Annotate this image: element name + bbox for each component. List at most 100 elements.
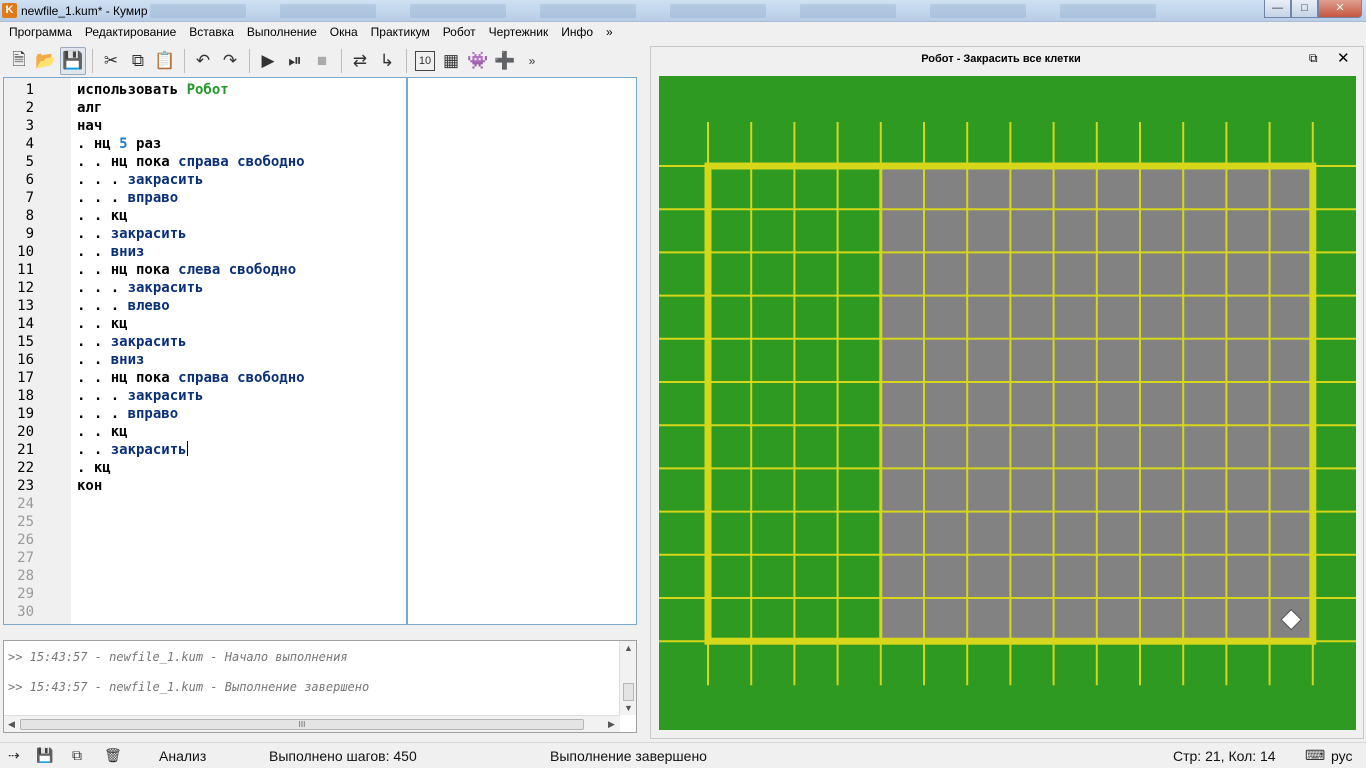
restore-window-icon[interactable]: ⧉ (1309, 51, 1318, 66)
toolbar-separator (92, 49, 93, 73)
menu-item[interactable]: » (601, 25, 621, 39)
cut-icon[interactable]: ✂ (98, 47, 124, 75)
code-line[interactable]: . . закрасить (77, 441, 188, 459)
painted-cell (1010, 468, 1054, 512)
menu-item[interactable]: Чертежник (484, 25, 557, 39)
trash-icon[interactable]: 🗑 (104, 747, 122, 764)
save-status-icon[interactable]: 💾 (36, 747, 53, 764)
paste-icon[interactable]: 📋 (152, 47, 178, 75)
code-line[interactable]: . . . влево (77, 297, 170, 315)
line-number: 25 (17, 514, 34, 530)
language-indicator[interactable]: рус (1331, 748, 1352, 764)
minimize-button[interactable]: — (1264, 0, 1291, 18)
painted-cell (1269, 252, 1313, 296)
painted-cell (1096, 382, 1140, 426)
painted-cell (1053, 209, 1097, 253)
console-vertical-scrollbar[interactable]: ▲ ▼ (619, 641, 636, 715)
code-line[interactable]: . . закрасить (77, 225, 187, 243)
menu-item[interactable]: Редактирование (80, 25, 184, 39)
counter-icon[interactable]: 10 (415, 51, 435, 71)
painted-cell (1140, 382, 1184, 426)
grid-icon[interactable]: ▦ (438, 47, 464, 75)
step-into-icon[interactable]: ↳ (374, 47, 400, 75)
code-line[interactable]: . . вниз (77, 351, 144, 369)
menu-item[interactable]: Вставка (184, 25, 242, 39)
painted-cell (967, 554, 1011, 598)
maximize-button[interactable]: □ (1291, 0, 1318, 18)
painted-cell (967, 511, 1011, 555)
horizontal-scroll-thumb[interactable]: III (20, 719, 584, 730)
code-token: справа свободно (178, 154, 305, 170)
painted-cell (1269, 554, 1313, 598)
painted-cell (1183, 425, 1227, 469)
run-icon[interactable]: ▶ (255, 47, 281, 75)
code-token: вниз (110, 352, 145, 368)
new-file-icon[interactable]: 🗎 (6, 47, 32, 75)
toolbar-overflow-button[interactable]: » (519, 47, 545, 75)
vertical-scroll-thumb[interactable] (623, 683, 634, 701)
console-horizontal-scrollbar[interactable]: ◀ III ▶ (4, 715, 620, 732)
exit-icon[interactable]: ⇢ (8, 747, 20, 764)
close-robot-window-icon[interactable]: ✕ (1337, 49, 1350, 67)
code-line[interactable]: . . кц (77, 315, 128, 333)
taskbar-ghost-tab (410, 4, 506, 18)
code-editor[interactable]: 1 2 3 4 5 6 7 8 9 10 11 12 13 14 15 16 17 18 19 20 21 22 23 24 2… (3, 77, 637, 625)
copy-status-icon[interactable]: ⧉ (72, 747, 82, 764)
menu-item[interactable]: Практикум (366, 25, 438, 39)
scroll-down-arrow-icon[interactable]: ▼ (624, 703, 633, 713)
painted-cell (967, 252, 1011, 296)
scroll-left-arrow-icon[interactable]: ◀ (8, 719, 15, 730)
code-line[interactable]: . . нц пока справа свободно (77, 153, 305, 171)
menu-item[interactable]: Программа (4, 25, 80, 39)
run-steps-icon[interactable]: ⏯ (282, 47, 308, 75)
code-line[interactable]: . . . закрасить (77, 387, 203, 405)
redo-icon[interactable]: ↷ (217, 47, 243, 75)
code-line[interactable]: . . . закрасить (77, 171, 203, 189)
painted-cell (924, 425, 968, 469)
painted-cell (1183, 209, 1227, 253)
stop-icon[interactable]: ■ (309, 47, 335, 75)
robot-field[interactable] (659, 76, 1356, 730)
robot-game-icon[interactable]: 👾 (465, 47, 491, 75)
open-file-icon[interactable]: 📂 (33, 47, 59, 75)
copy-icon[interactable]: ⧉ (125, 47, 151, 75)
code-line[interactable]: . . нц пока слева свободно (77, 261, 296, 279)
scroll-right-arrow-icon[interactable]: ▶ (608, 719, 615, 730)
code-line[interactable]: нач (77, 117, 102, 135)
code-line[interactable]: . . . закрасить (77, 279, 203, 297)
code-line[interactable]: кон (77, 477, 102, 495)
menu-item[interactable]: Окна (325, 25, 366, 39)
code-text-area[interactable]: использовать Робот алг нач. нц 5 раз. . нц… (71, 78, 408, 624)
menu-item[interactable]: Выполнение (242, 25, 325, 39)
painted-cell (1140, 554, 1184, 598)
undo-icon[interactable]: ↶ (190, 47, 216, 75)
code-token: закрасить (127, 280, 204, 296)
output-console[interactable]: >> 15:43:57 - newfile_1.kum - Начало вып… (3, 640, 637, 733)
line-number: 1 (25, 82, 34, 98)
code-line[interactable]: использовать Робот (77, 81, 229, 99)
code-line[interactable]: . . . вправо (77, 405, 178, 423)
code-line[interactable]: . . вниз (77, 243, 144, 261)
kumir-app-icon[interactable]: K (2, 3, 17, 18)
code-line[interactable]: . . . вправо (77, 189, 178, 207)
painted-cell (1010, 382, 1054, 426)
status-bar: ⇢ 💾 ⧉ 🗑 Анализ Выполнено шагов: 450 Выпо… (0, 742, 1366, 768)
code-token: Робот (186, 82, 229, 98)
menu-item[interactable]: Робот (438, 25, 484, 39)
painted-cell (1226, 338, 1270, 382)
code-line[interactable]: . . кц (77, 207, 128, 225)
painted-cell (967, 468, 1011, 512)
menu-item[interactable]: Инфо (556, 25, 601, 39)
code-line[interactable]: . . нц пока справа свободно (77, 369, 305, 387)
save-file-icon[interactable]: 💾 (60, 47, 86, 75)
painted-cell (1183, 382, 1227, 426)
close-window-button[interactable]: ✕ (1318, 0, 1362, 18)
step-over-icon[interactable]: ⇄ (347, 47, 373, 75)
scroll-up-arrow-icon[interactable]: ▲ (624, 643, 633, 653)
green-grid-icon[interactable]: ➕ (492, 47, 518, 75)
code-line[interactable]: . . закрасить (77, 333, 187, 351)
code-line[interactable]: . кц (77, 459, 111, 477)
code-line[interactable]: . . кц (77, 423, 128, 441)
code-line[interactable]: алг (77, 99, 102, 117)
code-line[interactable]: . нц 5 раз (77, 135, 161, 153)
